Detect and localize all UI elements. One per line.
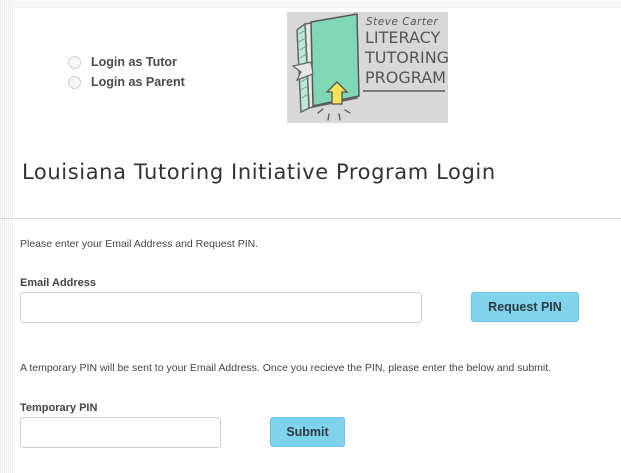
program-logo: Steve Carter LITERACY TUTORING PROGRAM [287,12,450,123]
submit-button[interactable]: Submit [270,417,345,447]
temporary-pin-input[interactable] [20,417,221,448]
login-page: Login as Tutor Login as Parent Steve Car… [0,0,621,473]
header-divider [0,218,621,219]
login-as-tutor-option[interactable]: Login as Tutor [68,52,185,72]
login-role-group: Login as Tutor Login as Parent [68,52,185,92]
temporary-pin-label: Temporary PIN [20,402,98,414]
logo-text-literacy: LITERACY [365,28,441,47]
tutor-radio-label[interactable]: Login as Tutor [91,55,177,69]
page-title: Louisiana Tutoring Initiative Program Lo… [22,160,496,184]
email-instruction: Please enter your Email Address and Requ… [20,238,259,250]
tutor-radio-button[interactable] [68,55,81,69]
logo-text-program: PROGRAM [365,68,446,87]
page-edge-left [0,0,13,473]
pin-instruction: A temporary PIN will be sent to your Ema… [20,362,552,374]
logo-text-name: Steve Carter [366,16,439,28]
request-pin-button[interactable]: Request PIN [471,292,579,322]
logo-text-tutoring: TUTORING [365,48,450,67]
login-as-parent-option[interactable]: Login as Parent [68,72,185,92]
parent-radio-button[interactable] [68,75,81,89]
email-address-input[interactable] [20,292,422,323]
parent-radio-label[interactable]: Login as Parent [91,75,185,89]
logo-underline [363,90,445,92]
email-address-label: Email Address [20,277,97,289]
